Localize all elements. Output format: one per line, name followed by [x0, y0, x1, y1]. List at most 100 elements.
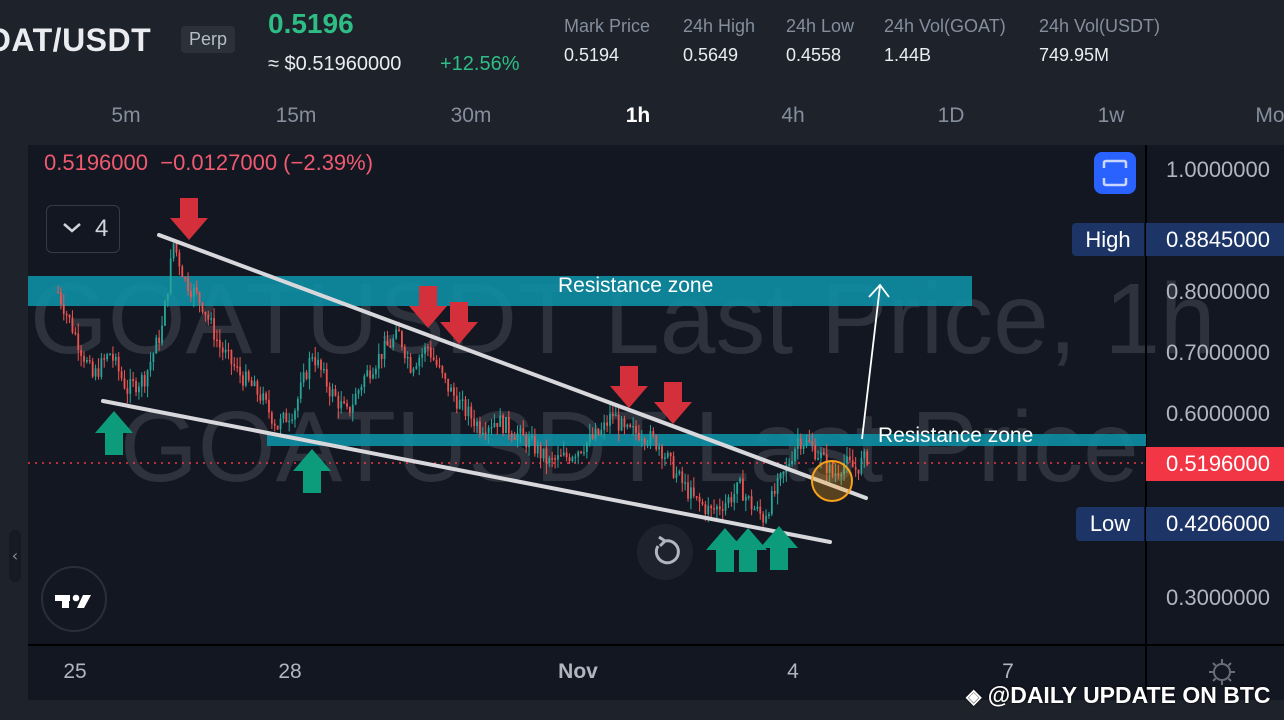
candle-up: [372, 374, 374, 379]
candle-down: [207, 314, 210, 320]
candle-down: [259, 394, 262, 401]
candle-up: [450, 387, 452, 392]
candle-up: [253, 381, 256, 387]
candle-down: [710, 505, 713, 509]
candle-down: [187, 277, 189, 292]
candle-up: [109, 353, 111, 356]
candle-up: [490, 426, 493, 429]
candle-down: [866, 451, 869, 465]
buy-arrow-icon: [293, 449, 331, 493]
candle-down: [236, 366, 239, 368]
candle-down: [62, 303, 65, 314]
candle-up: [770, 490, 773, 515]
candle-up: [678, 471, 681, 474]
candle-down: [432, 357, 435, 360]
candle-down: [713, 508, 715, 510]
candle-down: [525, 435, 528, 448]
candle-up: [765, 516, 767, 523]
candle-down: [77, 333, 80, 351]
low-price-tag: 0.4206000: [1146, 507, 1284, 541]
y-tick-label: 0.3000000: [1166, 585, 1270, 610]
candle-down: [343, 401, 346, 404]
candle-up: [322, 368, 325, 371]
candle-up: [476, 421, 478, 427]
candle-up: [192, 287, 195, 297]
candle-down: [337, 395, 340, 409]
candle-up: [415, 366, 418, 369]
sell-arrow-icon: [610, 366, 648, 408]
candle-down: [178, 252, 181, 267]
candle-down: [389, 345, 392, 348]
candle-down: [435, 359, 438, 366]
candle-down: [218, 339, 221, 348]
candle-down: [453, 387, 455, 396]
candle-down: [401, 331, 403, 347]
candle-down: [273, 423, 276, 426]
resistance-zone-label-lower: Resistance zone: [878, 424, 1034, 447]
candle-down: [695, 496, 698, 498]
candle-up: [357, 390, 360, 394]
sell-arrow-icon: [440, 302, 478, 344]
candle-down: [848, 456, 851, 461]
tradingview-logo-icon: [55, 594, 91, 608]
candle-up: [296, 398, 299, 411]
candle-down: [117, 356, 120, 372]
candle-up: [360, 386, 363, 391]
candle-up: [519, 428, 522, 434]
candle-down: [88, 360, 91, 362]
candle-up: [536, 445, 539, 454]
candle-up: [640, 439, 643, 441]
candle-up: [169, 258, 172, 294]
x-tick-label: 25: [63, 660, 87, 683]
candle-down: [126, 388, 129, 394]
candle-up: [802, 446, 805, 449]
tradingview-logo-button[interactable]: [41, 566, 107, 632]
candle-up: [94, 368, 97, 377]
candle-down: [427, 346, 429, 349]
candle-up: [516, 433, 519, 440]
candle-up: [302, 372, 305, 383]
candle-up: [600, 429, 603, 435]
candle-down: [484, 432, 487, 435]
x-tick-label: 4: [787, 660, 799, 683]
candle-up: [418, 357, 421, 367]
candle-up: [424, 346, 426, 354]
candle-down: [227, 349, 230, 352]
candle-up: [138, 386, 140, 393]
candle-down: [533, 435, 536, 454]
candle-down: [698, 496, 701, 503]
candle-up: [299, 382, 302, 399]
buy-arrow-icon: [95, 411, 133, 455]
candle-up: [788, 464, 791, 466]
candle-up: [481, 432, 484, 435]
candle-down: [334, 389, 337, 396]
candle-down: [496, 423, 499, 427]
candle-up: [776, 478, 779, 494]
candle-up: [585, 442, 588, 452]
candle-up: [487, 427, 490, 434]
candle-up: [467, 406, 470, 416]
candle-up: [406, 356, 409, 359]
candle-down: [822, 452, 825, 455]
candle-down: [629, 424, 632, 427]
indicators-toggle-button[interactable]: 4: [46, 205, 120, 253]
reset-chart-button[interactable]: [637, 524, 693, 580]
candle-down: [773, 490, 776, 494]
resistance-zone-label-upper: Resistance zone: [558, 274, 714, 297]
fullscreen-button[interactable]: [1094, 152, 1136, 194]
sell-arrow-icon: [170, 198, 208, 240]
candle-down: [502, 415, 504, 433]
candle-down: [701, 502, 704, 505]
candle-down: [270, 412, 273, 424]
candle-down: [91, 361, 94, 377]
candle-down: [369, 370, 372, 379]
candle-down: [97, 368, 100, 377]
candle-down: [652, 431, 655, 436]
candle-down: [135, 381, 137, 393]
candle-down: [175, 243, 178, 253]
candle-up: [820, 452, 822, 459]
candle-up: [583, 451, 585, 454]
candle-down: [441, 366, 444, 374]
candle-up: [340, 401, 343, 409]
candle-down: [112, 353, 114, 361]
